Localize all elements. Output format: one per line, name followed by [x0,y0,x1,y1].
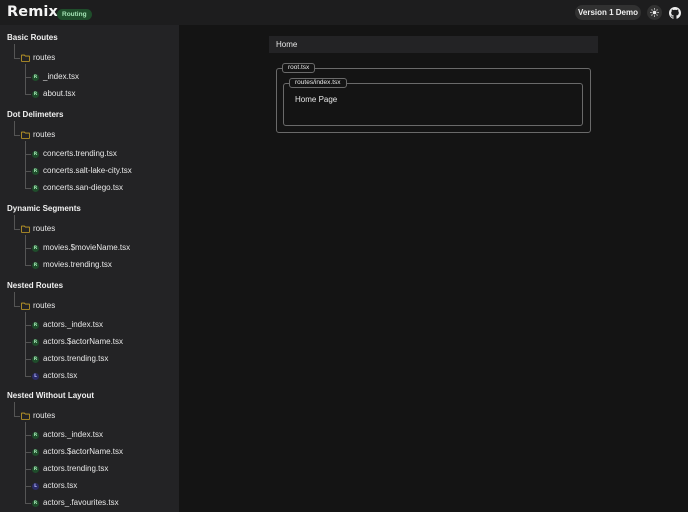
github-icon [668,6,681,19]
route-file-item[interactable]: Rmovies.trending.tsx [32,260,112,270]
route-badge-icon: R [32,355,39,363]
sun-icon [650,8,659,17]
route-file-item[interactable]: Ractors.$actorName.tsx [32,337,123,347]
route-badge-icon: R [32,321,39,329]
route-file-label: actors.tsx [43,481,78,490]
index-route-tag: routes/index.tsx [289,78,347,88]
layout-badge-icon: L [32,482,39,490]
folder-icon [21,412,30,420]
github-link[interactable] [667,5,682,20]
route-file-item[interactable]: Lactors.tsx [32,481,77,491]
folder-label: routes [33,130,56,139]
routing-badge: Routing [57,9,92,20]
route-file-label: actors.$actorName.tsx [43,337,124,346]
route-file-item[interactable]: Ractors_.favourites.tsx [32,498,119,508]
folder-label: routes [33,53,56,62]
route-file-label: concerts.salt-lake-city.tsx [43,166,132,175]
folder-label: routes [33,224,56,233]
route-file-label: _index.tsx [43,72,80,81]
route-file-label: actors.trending.tsx [43,464,109,473]
folder-icon [21,131,30,139]
route-badge-icon: R [32,448,39,456]
route-file-item[interactable]: Ractors.trending.tsx [32,354,108,364]
theme-toggle-button[interactable] [647,5,662,20]
route-file-label: about.tsx [43,89,76,98]
top-header: Remix Routing Version 1 Demo [0,0,688,25]
folder-icon [21,225,30,233]
route-file-label: movies.$movieName.tsx [43,243,131,252]
section-title: Dot Delimeters [7,110,64,119]
folder-routes[interactable]: routes [21,53,55,63]
route-file-item[interactable]: Ractors.trending.tsx [32,464,108,474]
layout-badge-icon: L [32,372,39,380]
route-file-label: actors.$actorName.tsx [43,447,124,456]
route-file-label: concerts.san-diego.tsx [43,183,124,192]
route-badge-icon: R [32,261,39,269]
route-file-item[interactable]: Ractors.$actorName.tsx [32,447,123,457]
route-sidebar: Basic Routes routes R _index.tsx Rabout.tsx D… [0,25,179,512]
route-badge-icon: R [32,90,39,98]
root-tag: root.tsx [282,63,316,73]
folder-label: routes [33,411,56,420]
route-file-label: actors._index.tsx [43,430,104,439]
route-file-item[interactable]: Lactors.tsx [32,371,77,381]
route-file-item[interactable]: Ractors._index.tsx [32,430,103,440]
folder-routes[interactable]: routes [21,301,55,311]
route-badge-icon: R [32,244,39,252]
route-file-label: actors_.favourites.tsx [43,498,119,507]
route-badge-icon: R [32,465,39,473]
route-badge-icon: R [32,150,39,158]
folder-icon [21,302,30,310]
folder-icon [21,54,30,62]
folder-routes[interactable]: routes [21,411,55,421]
route-file-item[interactable]: Rabout.tsx [32,89,75,99]
route-file-label: movies.trending.tsx [43,260,112,269]
address-bar[interactable]: Home [269,36,598,53]
page-content-text: Home Page [295,95,338,104]
route-badge-icon: R [32,184,39,192]
route-badge-icon: R [32,431,39,439]
folder-routes[interactable]: routes [21,130,55,140]
route-badge-icon: R [32,499,39,507]
section-title: Nested Routes [7,281,64,290]
section-title: Dynamic Segments [7,204,81,213]
route-file-item[interactable]: R _index.tsx [32,72,79,82]
route-file-item[interactable]: Rconcerts.san-diego.tsx [32,183,123,193]
section-title: Nested Without Layout [7,391,95,400]
folder-routes[interactable]: routes [21,224,55,234]
version-button[interactable]: Version 1 Demo [575,5,641,20]
remix-logo[interactable]: Remix [7,4,58,20]
route-badge-icon: R [32,338,39,346]
route-file-label: actors._index.tsx [43,320,104,329]
route-file-item[interactable]: Rconcerts.salt-lake-city.tsx [32,166,132,176]
route-file-label: actors.tsx [43,371,78,380]
route-badge-icon: R [32,73,39,81]
route-badge-icon: R [32,167,39,175]
section-title: Basic Routes [7,33,58,42]
route-file-item[interactable]: Rmovies.$movieName.tsx [32,243,130,253]
route-file-item[interactable]: Rconcerts.trending.tsx [32,149,117,159]
folder-label: routes [33,301,56,310]
route-file-item[interactable]: Ractors._index.tsx [32,320,103,330]
route-file-label: actors.trending.tsx [43,354,109,363]
route-file-label: concerts.trending.tsx [43,149,117,158]
